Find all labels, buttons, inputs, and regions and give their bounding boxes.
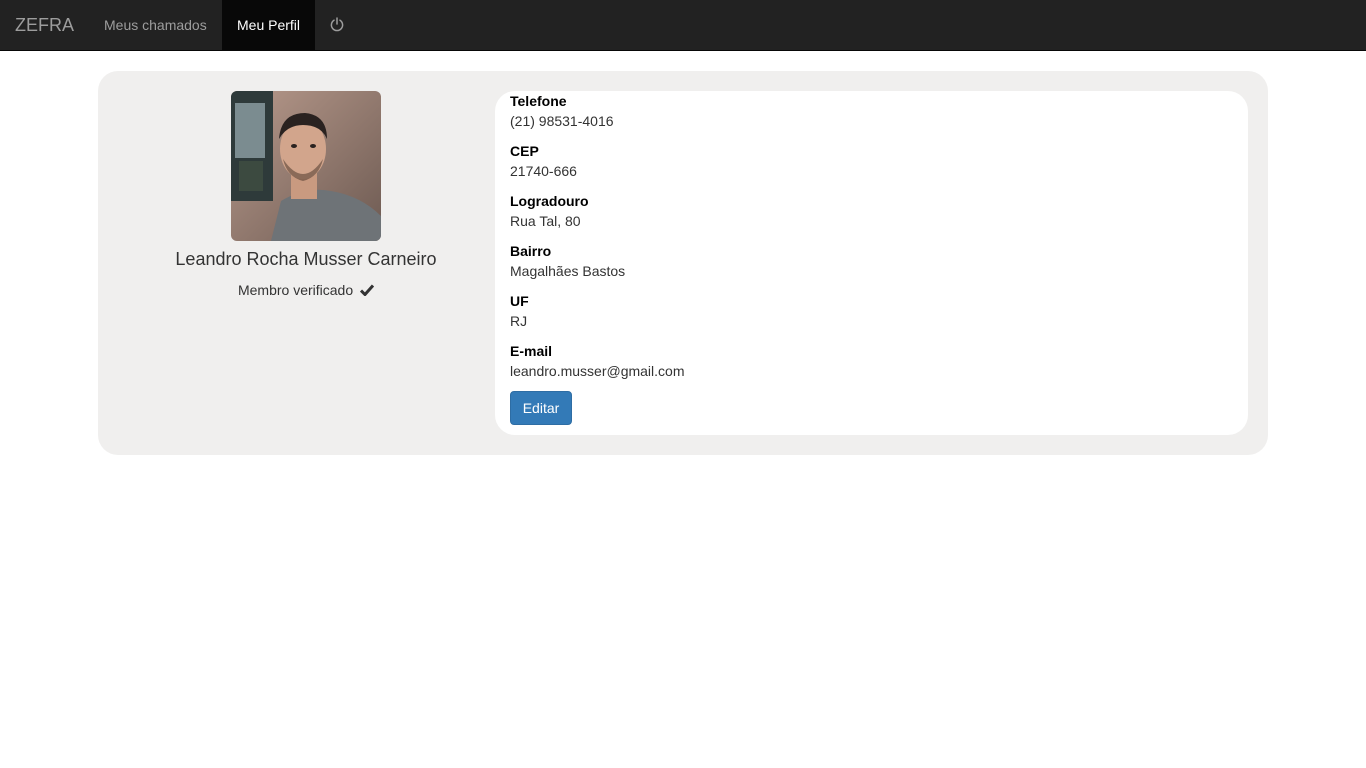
field-value: leandro.musser@gmail.com (510, 363, 685, 379)
edit-button[interactable]: Editar (510, 391, 572, 425)
field-value: Rua Tal, 80 (510, 213, 581, 229)
nav-item-meus-chamados[interactable]: Meus chamados (89, 0, 222, 50)
field-cep: CEP 21740-666 (510, 141, 577, 181)
field-label: CEP (510, 143, 539, 159)
top-navbar: ZEFRA Meus chamados Meu Perfil (0, 0, 1366, 51)
profile-info-card: Telefone (21) 98531-4016 CEP 21740-666 L… (495, 91, 1248, 435)
field-label: Telefone (510, 93, 567, 109)
field-email: E-mail leandro.musser@gmail.com (510, 341, 685, 381)
field-logradouro: Logradouro Rua Tal, 80 (510, 191, 589, 231)
field-label: Logradouro (510, 193, 589, 209)
field-telefone: Telefone (21) 98531-4016 (510, 91, 614, 131)
verified-status: Membro verificado (98, 282, 514, 298)
profile-photo (231, 91, 381, 241)
profile-panel: Leandro Rocha Musser Carneiro Membro ver… (98, 71, 1268, 455)
power-icon (330, 17, 344, 32)
logout-button[interactable] (315, 0, 359, 50)
verified-label: Membro verificado (237, 282, 354, 298)
field-value: 21740-666 (510, 163, 577, 179)
field-label: E-mail (510, 343, 553, 359)
field-uf: UF RJ (510, 291, 529, 331)
field-value: RJ (510, 313, 528, 329)
nav-item-meu-perfil[interactable]: Meu Perfil (222, 0, 316, 50)
field-value: Magalhães Bastos (510, 263, 626, 279)
field-label: Bairro (510, 243, 552, 259)
field-bairro: Bairro Magalhães Bastos (510, 241, 625, 281)
field-value: (21) 98531-4016 (510, 113, 614, 129)
brand-link[interactable]: ZEFRA (15, 0, 74, 50)
profile-name: Leandro Rocha Musser Carneiro (175, 249, 437, 269)
field-label: UF (510, 293, 529, 309)
avatar (231, 91, 381, 241)
check-icon (360, 284, 375, 296)
